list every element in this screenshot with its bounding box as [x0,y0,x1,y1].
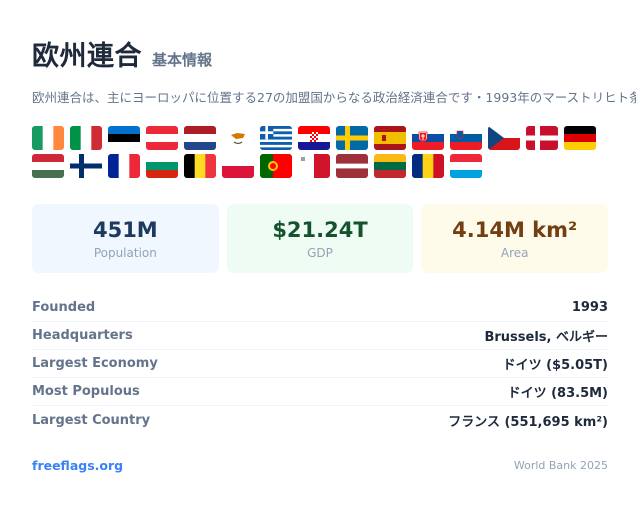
flag-luxembourg-icon [450,154,482,178]
fact-value: 1993 [571,300,608,315]
area-label: Area [500,246,529,260]
page-title: 欧州連合 [32,41,142,72]
fact-value: Brussels, ベルギー [484,330,608,345]
fact-value: フランス (551,695 km²) [448,414,608,430]
population-label: Population [93,246,157,260]
flag-cyprus-icon [222,126,254,150]
page-subtitle: 基本情報 [152,51,213,69]
flag-germany-icon [564,126,596,150]
fact-label: Headquarters [32,328,133,343]
fact-label: Largest Economy [32,356,158,371]
freeflags-link[interactable]: freeflags.org [32,458,123,473]
flag-grid [32,126,608,178]
fact-row-founded: Founded 1993 [32,294,608,322]
fact-row-largest-economy: Largest Economy ドイツ ($5.05T) [32,350,608,378]
population-card: 451M Population [32,204,219,273]
footer: freeflags.org World Bank 2025 [32,458,608,473]
facts-table: Founded 1993 Headquarters Brussels, ベルギー… [32,294,608,434]
header: 欧州連合 基本情報 [32,34,213,72]
flag-greece-icon [260,126,292,150]
fact-row-most-populous: Most Populous ドイツ (83.5M) [32,378,608,406]
fact-label: Founded [32,300,96,315]
flag-lithuania-icon [374,154,406,178]
flag-italy-icon [70,126,102,150]
fact-value: ドイツ ($5.05T) [502,358,608,373]
flag-denmark-icon [526,126,558,150]
flag-sweden-icon [336,126,368,150]
gdp-label: GDP [307,246,333,260]
flag-belgium-icon [184,154,216,178]
fact-row-headquarters: Headquarters Brussels, ベルギー [32,322,608,350]
flag-poland-icon [222,154,254,178]
flag-croatia-icon [298,126,330,150]
stats-row: 451M Population $21.24T GDP 4.14M km² Ar… [32,204,609,273]
flag-austria-icon [146,126,178,150]
flag-czechia-icon [488,126,520,150]
flag-spain-icon [374,126,406,150]
fact-label: Most Populous [32,384,140,399]
area-card: 4.14M km² Area [421,204,609,273]
flag-ireland-icon [32,126,64,150]
data-source: World Bank 2025 [513,459,608,472]
flag-malta-icon [298,154,330,178]
flag-netherlands-icon [184,126,216,150]
area-value: 4.14M km² [452,218,578,242]
flag-slovenia-icon [450,126,482,150]
flag-bulgaria-icon [146,154,178,178]
flag-france-icon [108,154,140,178]
flag-latvia-icon [336,154,368,178]
gdp-value: $21.24T [272,218,368,242]
flag-estonia-icon [108,126,140,150]
flag-hungary-icon [32,154,64,178]
flag-finland-icon [70,154,102,178]
flag-portugal-icon [260,154,292,178]
flag-romania-icon [412,154,444,178]
fact-value: ドイツ (83.5M) [507,386,608,401]
fact-row-largest-country: Largest Country フランス (551,695 km²) [32,406,608,434]
fact-label: Largest Country [32,412,151,428]
flag-slovakia-icon [412,126,444,150]
gdp-card: $21.24T GDP [226,204,414,273]
description: 欧州連合は、主にヨーロッパに位置する27の加盟国からなる政治経済連合です・199… [32,90,636,105]
population-value: 451M [92,218,158,242]
